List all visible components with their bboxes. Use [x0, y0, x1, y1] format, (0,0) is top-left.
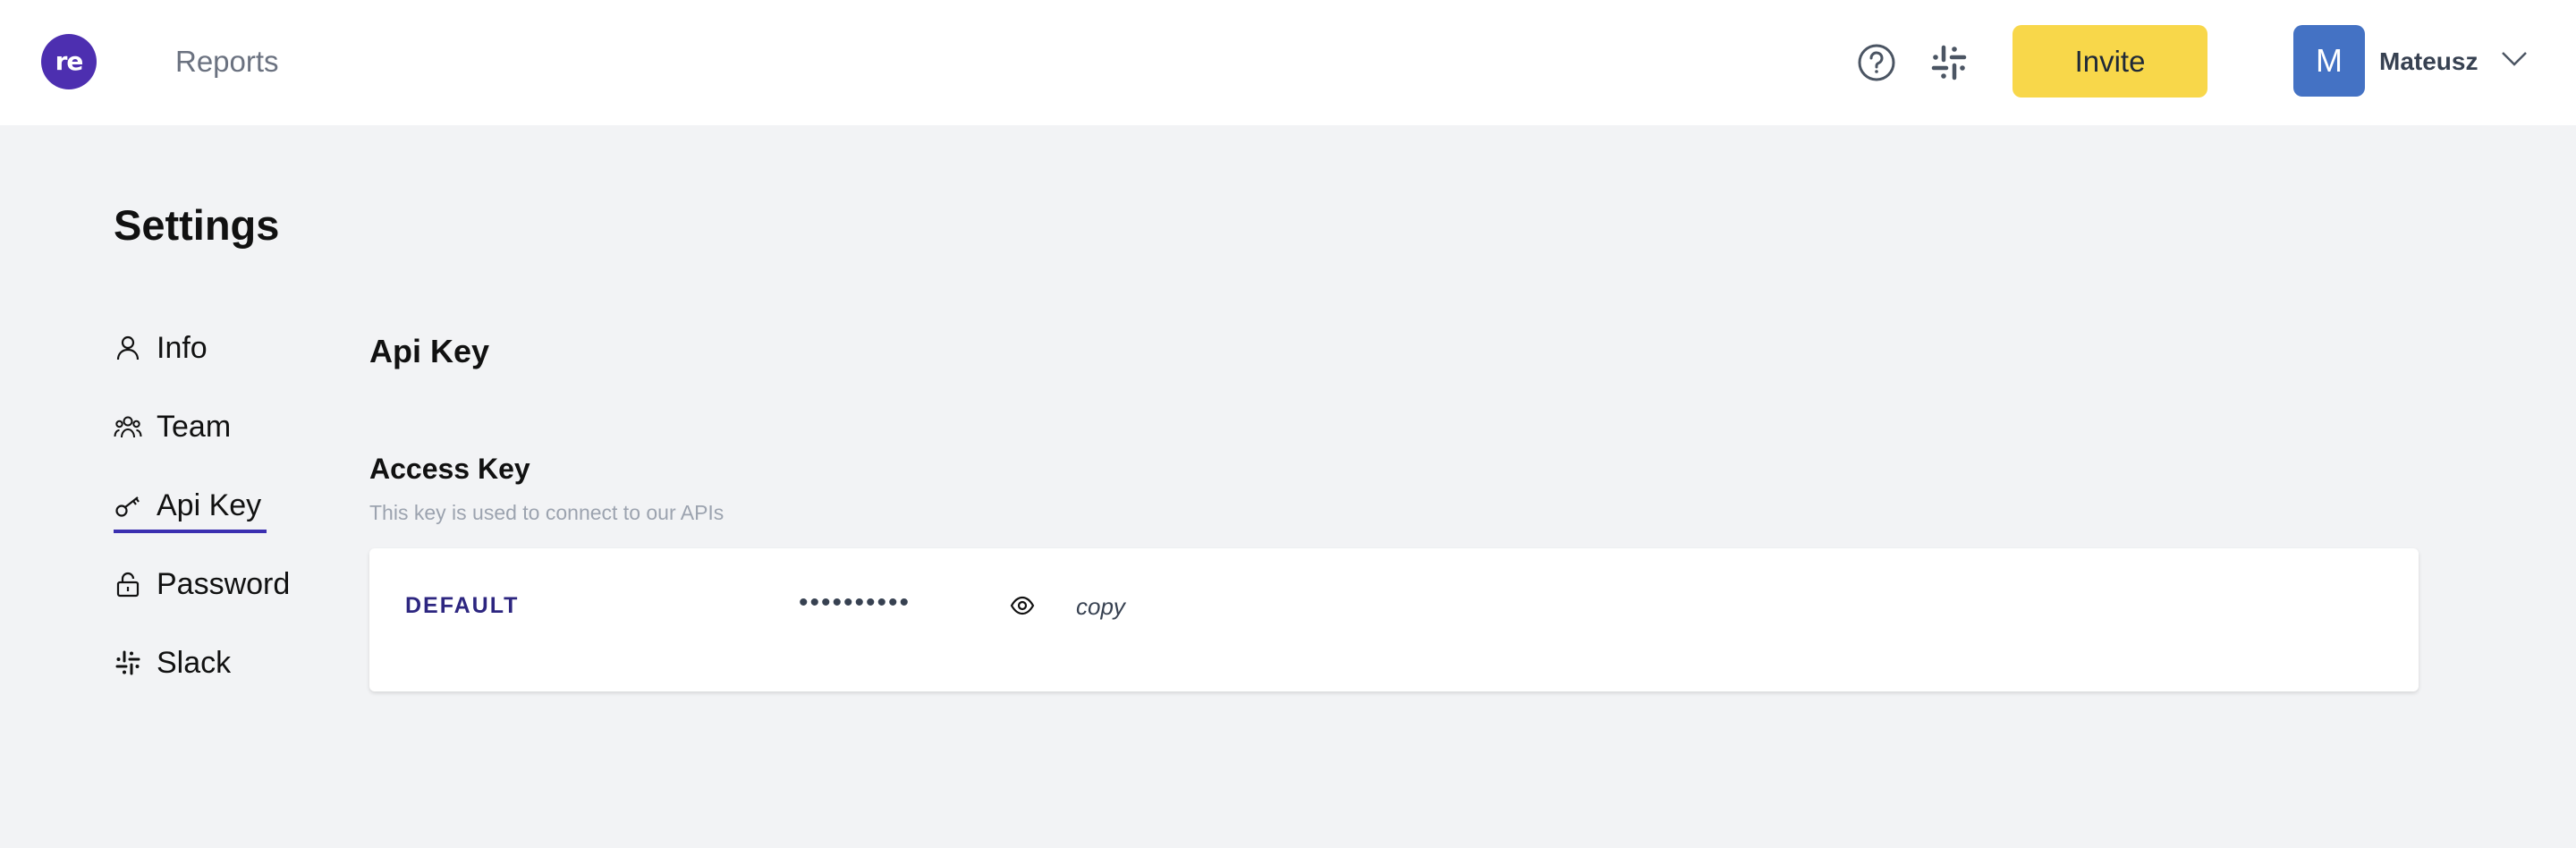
question-circle-icon[interactable] [1856, 42, 1897, 83]
sidebar-item-label: Api Key [157, 488, 262, 522]
access-key-description: This key is used to connect to our APIs [369, 501, 724, 524]
active-tab-indicator [114, 530, 267, 533]
eye-icon[interactable] [1010, 593, 1035, 618]
user-icon [116, 335, 140, 360]
api-key-card: DEFAULT •••••••••• copy [369, 548, 2419, 691]
page-title: Settings [114, 201, 280, 249]
section-title: Api Key [369, 333, 490, 369]
slack-icon [115, 650, 140, 675]
api-key-name: DEFAULT [405, 593, 520, 618]
nav-link-reports[interactable]: Reports [175, 45, 279, 79]
key-icon [115, 496, 140, 517]
slack-icon[interactable] [1928, 42, 1970, 83]
avatar[interactable]: M [2293, 25, 2365, 97]
sidebar-item-label: Slack [157, 645, 232, 680]
copy-key-link[interactable]: copy [1076, 593, 1125, 621]
sidebar-item-label: Team [157, 409, 232, 444]
team-icon [114, 416, 142, 438]
sidebar-item-slack[interactable]: Slack [114, 636, 231, 690]
sidebar-item-team[interactable]: Team [114, 400, 231, 454]
access-key-title: Access Key [369, 453, 530, 485]
sidebar-item-info[interactable]: Info [114, 321, 208, 375]
api-key-masked-value: •••••••••• [799, 588, 911, 617]
sidebar-item-label: Info [157, 330, 208, 365]
sidebar-item-api-key[interactable]: Api Key [114, 479, 261, 532]
sidebar-item-password[interactable]: Password [114, 557, 290, 611]
user-name[interactable]: Mateusz [2379, 47, 2478, 76]
invite-button[interactable]: Invite [2012, 25, 2207, 98]
app-logo[interactable]: re [41, 34, 97, 89]
lock-icon [116, 572, 140, 598]
top-navigation-bar: re Reports Invite M Mateusz [0, 0, 2576, 125]
sidebar-item-label: Password [157, 566, 291, 601]
chevron-down-icon[interactable] [2501, 50, 2528, 68]
